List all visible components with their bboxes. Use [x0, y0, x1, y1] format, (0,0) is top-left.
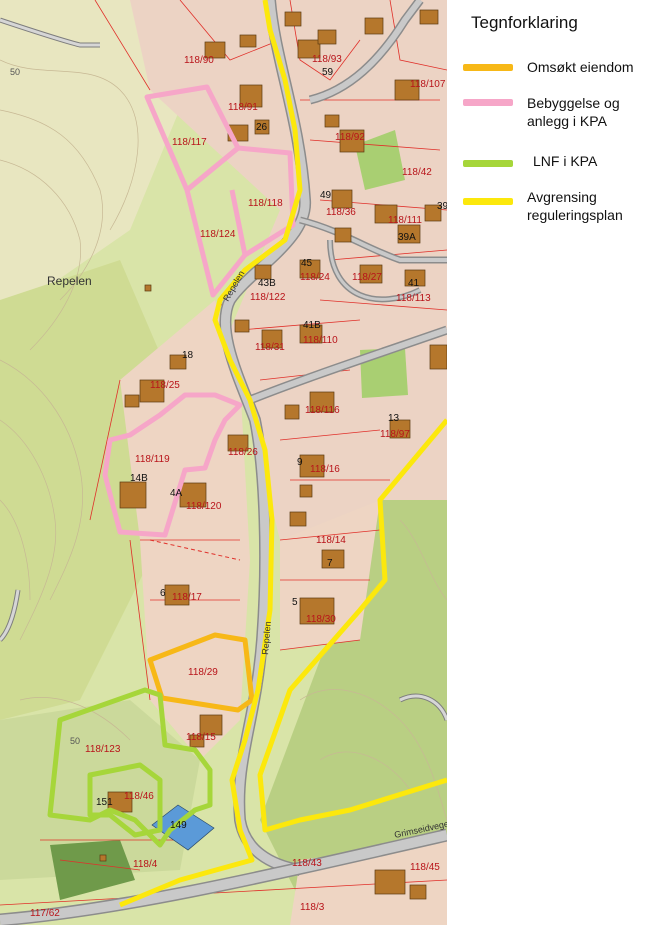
- parcel-label: 118/4: [133, 859, 158, 870]
- house-number: 59: [322, 67, 334, 78]
- legend-swatch: [463, 198, 513, 205]
- house-number: 49: [320, 190, 332, 201]
- house-number: 39: [437, 201, 447, 212]
- house-number: 7: [327, 558, 333, 569]
- house-number: 45: [301, 258, 313, 269]
- contour-label: 50: [70, 736, 80, 746]
- parcel-label: 118/17: [172, 592, 202, 603]
- house-number: 4A: [170, 488, 183, 499]
- house-number: 13: [388, 413, 400, 424]
- parcel-label: 118/92: [335, 132, 365, 143]
- parcel-label: 118/111: [388, 215, 422, 226]
- house-number: 26: [256, 122, 268, 133]
- parcel-label: 118/107: [410, 79, 446, 90]
- parcel-label: 118/93: [312, 54, 342, 65]
- contour-label: 50: [10, 67, 20, 77]
- parcel-label: 118/29: [188, 667, 218, 678]
- parcel-label: 118/3: [300, 902, 325, 913]
- house-number: 39A: [398, 232, 416, 243]
- legend-swatch: [463, 64, 513, 71]
- parcel-label: 118/91: [228, 102, 258, 113]
- parcel-label: 118/36: [326, 207, 356, 218]
- parcel-label: 118/123: [85, 744, 121, 755]
- legend-label: Avgrensing reguleringsplan: [527, 189, 623, 223]
- legend-panel: Tegnforklaring Omsøkt eiendom Bebyggelse…: [447, 0, 652, 925]
- house-number: 5: [292, 597, 298, 608]
- parcel-label: 118/25: [150, 380, 180, 391]
- legend-label: Omsøkt eiendom: [527, 59, 634, 75]
- parcel-label: 118/110: [303, 335, 338, 346]
- parcel-label: 118/15: [186, 732, 216, 743]
- parcel-label: 118/113: [396, 293, 431, 304]
- parcel-label: 118/27: [352, 272, 382, 283]
- parcel-label: 118/97: [380, 429, 410, 440]
- parcel-label: 118/26: [228, 447, 258, 458]
- legend-swatch: [463, 99, 513, 106]
- parcel-label: 118/30: [306, 614, 336, 625]
- parcel-label: 118/117: [172, 137, 207, 148]
- legend-item-lnf: LNF i KPA: [463, 152, 648, 176]
- house-number: 6: [160, 588, 166, 599]
- house-number: 149: [170, 820, 187, 831]
- legend-label: Bebyggelse og anlegg i KPA: [527, 95, 620, 129]
- legend-item-bebyggelse: Bebyggelse og anlegg i KPA: [463, 94, 648, 134]
- parcel-label: 118/122: [250, 292, 286, 303]
- house-number: 41B: [303, 320, 321, 331]
- house-number: 14B: [130, 473, 148, 484]
- house-number: 43B: [258, 278, 276, 289]
- legend-swatch: [463, 160, 513, 167]
- parcel-label: 118/14: [316, 535, 346, 546]
- parcel-label: 118/116: [305, 405, 340, 416]
- parcel-label: 118/124: [200, 229, 236, 240]
- parcel-label: 118/24: [300, 272, 330, 283]
- house-number: 9: [297, 457, 303, 468]
- parcel-label: 118/120: [186, 501, 222, 512]
- place-name: Repelen: [47, 274, 92, 288]
- legend-item-regulering: Avgrensing reguleringsplan: [463, 188, 648, 228]
- legend-item-omsokt: Omsøkt eiendom: [463, 58, 648, 82]
- house-number: 151: [96, 797, 113, 808]
- parcel-label: 117/62: [30, 908, 60, 919]
- parcel-label: 118/16: [310, 464, 340, 475]
- parcel-label: 118/119: [135, 454, 170, 465]
- legend-label: LNF i KPA: [533, 153, 598, 169]
- parcel-label: 118/45: [410, 862, 440, 873]
- house-number: 41: [408, 278, 420, 289]
- legend-title: Tegnforklaring: [471, 13, 578, 32]
- map-canvas[interactable]: Repelen 50 50 Repelen Repelen Grimseidve…: [0, 0, 447, 925]
- parcel-label: 118/43: [292, 858, 322, 869]
- parcel-label: 118/42: [402, 167, 432, 178]
- parcel-label: 118/31: [255, 342, 285, 353]
- parcel-label: 118/90: [184, 55, 214, 66]
- parcel-label: 118/46: [124, 791, 154, 802]
- house-number: 18: [182, 350, 194, 361]
- parcel-label: 118/118: [248, 198, 283, 209]
